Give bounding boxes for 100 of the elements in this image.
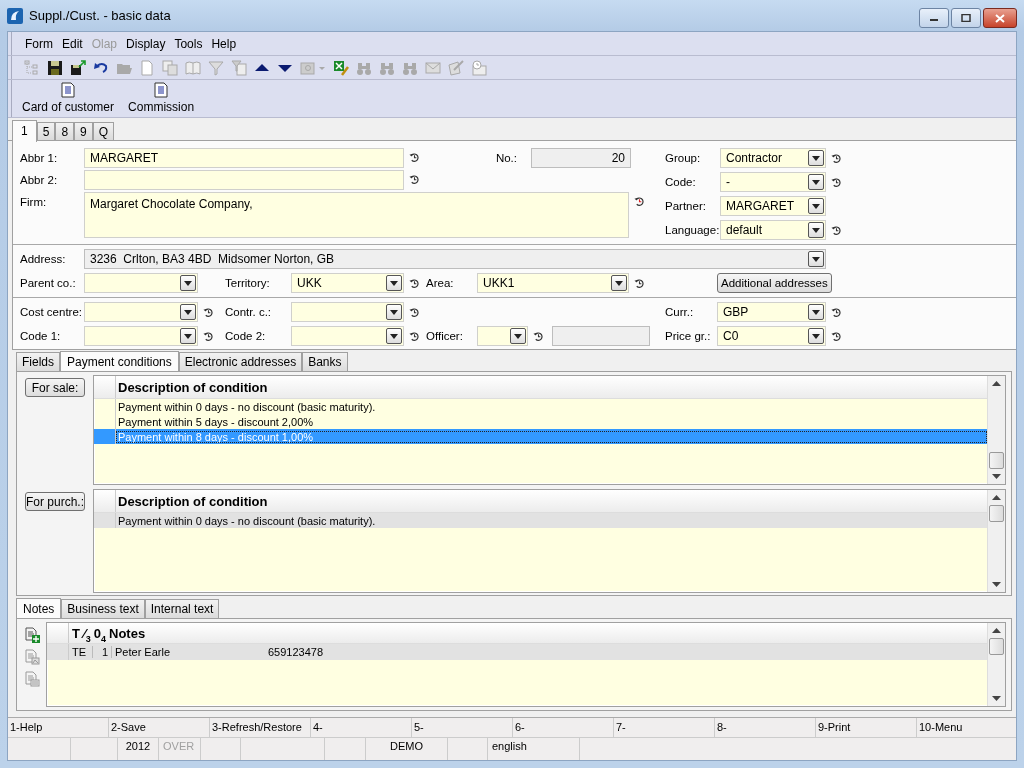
dropdown-button[interactable] <box>510 328 526 344</box>
combo-box[interactable]: 3236 Crlton, BA3 4BD Midsomer Norton, GB <box>84 249 826 269</box>
menu-item[interactable]: Edit <box>62 36 83 51</box>
minimize-button[interactable] <box>919 8 949 28</box>
tab[interactable]: 8 <box>55 122 75 140</box>
history-icon[interactable] <box>831 152 842 164</box>
combo-box[interactable] <box>477 326 528 346</box>
history-icon[interactable] <box>831 330 842 342</box>
dropdown-button[interactable] <box>386 304 402 320</box>
combo-box[interactable]: default <box>720 220 826 240</box>
scrollbar-thumb[interactable] <box>989 505 1004 522</box>
toolbar-button[interactable]: Commission <box>124 82 199 117</box>
scrollbar[interactable] <box>987 623 1005 706</box>
scrollbar[interactable] <box>987 490 1005 592</box>
tab[interactable]: Fields <box>16 352 60 371</box>
scroll-up-icon[interactable] <box>992 381 1001 386</box>
dropdown-button[interactable] <box>611 275 627 291</box>
dropdown-button[interactable] <box>180 328 196 344</box>
tab[interactable]: Business text <box>61 599 145 618</box>
dropdown-button[interactable] <box>808 251 824 267</box>
scroll-up-icon[interactable] <box>992 495 1001 500</box>
scrollbar[interactable] <box>987 376 1005 484</box>
table-button[interactable]: For purch.: <box>25 492 85 511</box>
field-label: Area: <box>426 277 454 289</box>
table-row[interactable]: TE 1 Peter Earle 659123478 <box>47 644 987 660</box>
menu-item[interactable]: Tools <box>174 36 203 51</box>
history-icon[interactable] <box>409 277 420 289</box>
caret-icon <box>184 280 192 286</box>
menu-item[interactable]: Help <box>211 36 237 51</box>
tab[interactable]: Q <box>92 122 115 140</box>
history-icon[interactable] <box>634 277 645 289</box>
combo-box[interactable]: UKK1 <box>477 273 629 293</box>
dropdown-button[interactable] <box>808 222 824 238</box>
document-icon <box>61 82 75 98</box>
tab[interactable]: Internal text <box>144 599 220 618</box>
dropdown-button[interactable] <box>808 328 824 344</box>
field-label: Group: <box>665 152 701 164</box>
history-icon[interactable] <box>409 330 420 342</box>
combo-box[interactable] <box>291 326 404 346</box>
menu-item[interactable]: Display <box>126 36 166 51</box>
spreadsheet-pen-icon[interactable] <box>333 59 349 76</box>
table-row[interactable]: Payment within 0 days - no discount (basic maturity). <box>94 399 987 414</box>
combo-box[interactable]: C0 <box>717 326 826 346</box>
scroll-down-icon[interactable] <box>992 474 1001 479</box>
tab[interactable]: Payment conditions <box>60 351 179 372</box>
combo-box[interactable]: GBP <box>717 302 826 322</box>
combo-box[interactable]: MARGARET <box>720 196 826 216</box>
toolbar-button[interactable]: Card of customer <box>18 82 119 117</box>
combo-box[interactable] <box>84 302 198 322</box>
floppy-disk-arrow-icon[interactable] <box>70 59 86 76</box>
dropdown-button[interactable] <box>180 304 196 320</box>
dropdown-button[interactable] <box>808 174 824 190</box>
combo-box[interactable]: Contractor <box>720 148 826 168</box>
tab[interactable]: Notes <box>16 598 62 619</box>
history-icon[interactable] <box>203 306 214 318</box>
dropdown-button[interactable] <box>386 328 402 344</box>
history-icon[interactable] <box>409 306 420 318</box>
dropdown-button[interactable] <box>386 275 402 291</box>
menu-item[interactable]: Form <box>25 36 53 51</box>
maximize-button[interactable] <box>951 8 981 28</box>
history-icon[interactable] <box>409 152 420 163</box>
tab[interactable]: Banks <box>302 352 348 371</box>
additional-addresses-button[interactable]: Additional addresses <box>717 273 832 293</box>
status-item: english <box>488 738 580 760</box>
dropdown-button[interactable] <box>180 275 196 291</box>
scroll-down-icon[interactable] <box>992 582 1001 587</box>
combo-box[interactable]: UKK <box>291 273 404 293</box>
text-field[interactable]: 20 <box>531 148 631 168</box>
scroll-up-icon[interactable] <box>992 628 1001 633</box>
history-icon[interactable] <box>533 330 544 342</box>
status-item: DEMO <box>366 738 448 760</box>
text-field[interactable]: Margaret Chocolate Company, <box>84 192 629 238</box>
tab[interactable]: 9 <box>74 122 93 140</box>
text-field[interactable] <box>552 326 650 346</box>
combo-box[interactable] <box>84 326 198 346</box>
table-button[interactable]: For sale: <box>25 378 85 397</box>
dropdown-button[interactable] <box>808 150 824 166</box>
dropdown-button[interactable] <box>808 198 824 214</box>
history-icon[interactable] <box>634 196 645 207</box>
history-icon[interactable] <box>831 224 842 236</box>
field-label: Language: <box>665 224 720 236</box>
combo-box[interactable] <box>84 273 198 293</box>
text-field[interactable] <box>84 170 404 190</box>
scrollbar-thumb[interactable] <box>989 638 1004 655</box>
text-field[interactable]: MARGARET <box>84 148 404 168</box>
caret-icon <box>812 256 820 262</box>
scroll-down-icon[interactable] <box>992 696 1001 701</box>
history-icon[interactable] <box>409 174 420 185</box>
history-icon[interactable] <box>831 176 842 188</box>
close-button[interactable] <box>983 8 1017 28</box>
history-icon[interactable] <box>831 306 842 318</box>
table-row[interactable]: Payment within 0 days - no discount (basic maturity). <box>94 513 987 528</box>
history-icon[interactable] <box>203 330 214 342</box>
document-plus-icon[interactable] <box>24 627 40 643</box>
scrollbar-thumb[interactable] <box>989 452 1004 469</box>
combo-box[interactable] <box>291 302 404 322</box>
dropdown-button[interactable] <box>808 304 824 320</box>
combo-box[interactable]: - <box>720 172 826 192</box>
tab[interactable]: Electronic addresses <box>178 352 303 371</box>
tab[interactable]: 1 <box>12 120 37 142</box>
